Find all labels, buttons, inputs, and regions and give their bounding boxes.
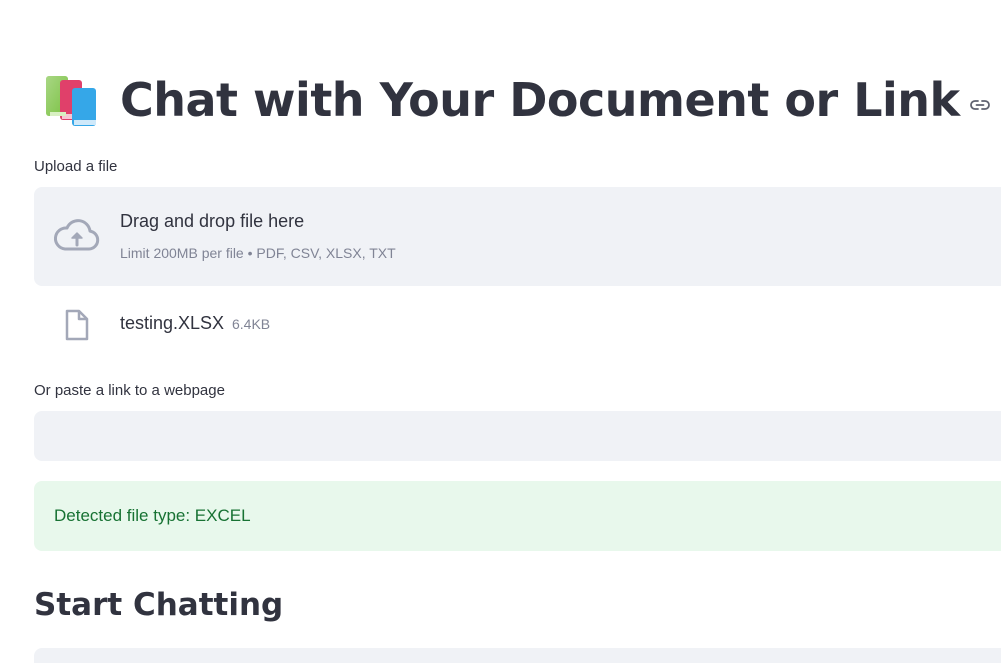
link-icon[interactable]: [969, 95, 990, 115]
dropzone-title: Drag and drop file here: [120, 211, 305, 231]
page-title: Chat with Your Document or Link: [120, 73, 960, 127]
chat-input-area[interactable]: [34, 648, 1001, 663]
main-page: Chat with Your Document or Link Upload a…: [0, 0, 1001, 663]
chat-section-heading: Start Chatting: [34, 587, 284, 623]
title-row: Chat with Your Document or Link: [42, 68, 990, 132]
file-dropzone[interactable]: Drag and drop file here Limit 200MB per …: [34, 187, 1001, 286]
uploaded-file-size: 6.4KB: [232, 316, 271, 332]
uploaded-file-row: testing.XLSX 6.4KB: [34, 300, 994, 348]
cloud-upload-icon: [52, 217, 102, 257]
file-type-alert-text: Detected file type: EXCEL: [54, 506, 251, 525]
link-input-label: Or paste a link to a webpage: [34, 382, 225, 399]
books-icon: [42, 70, 102, 130]
upload-label: Upload a file: [34, 158, 118, 175]
webpage-link-input[interactable]: [34, 411, 1001, 461]
uploaded-file-name: testing.XLSX: [120, 313, 225, 333]
dropzone-limits: Limit 200MB per file • PDF, CSV, XLSX, T…: [120, 245, 396, 261]
file-type-alert: Detected file type: EXCEL: [34, 481, 1001, 551]
file-icon: [62, 308, 92, 342]
